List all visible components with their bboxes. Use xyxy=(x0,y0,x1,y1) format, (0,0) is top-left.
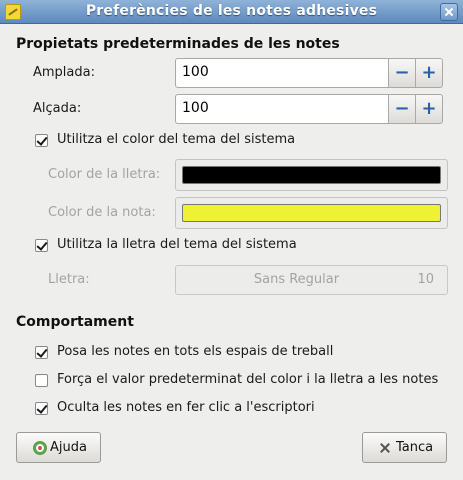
behavior-heading: Comportament xyxy=(16,314,134,330)
help-lifebuoy-icon xyxy=(33,441,47,455)
font-label: Lletra: xyxy=(48,272,90,287)
all-workspaces-label[interactable]: Posa les notes en tots els espais de tre… xyxy=(57,344,333,359)
width-input[interactable]: 100 xyxy=(175,58,389,88)
text-color-button[interactable] xyxy=(175,159,448,191)
plus-icon: + xyxy=(421,62,437,83)
close-button[interactable]: Tanca xyxy=(362,432,447,463)
hide-on-desktop-click-label[interactable]: Oculta les notes en fer clic a l'escript… xyxy=(57,400,315,415)
force-default-checkbox[interactable] xyxy=(35,374,48,387)
width-decrement-button[interactable]: − xyxy=(388,58,416,88)
help-button[interactable]: Ajuda xyxy=(16,432,101,463)
title-bar: Preferències de les notes adhesives xyxy=(0,0,463,24)
minus-icon: − xyxy=(394,62,410,83)
force-default-label[interactable]: Força el valor predeterminat del color i… xyxy=(57,372,438,387)
width-increment-button[interactable]: + xyxy=(415,58,443,88)
font-size: 10 xyxy=(417,272,434,287)
all-workspaces-checkbox[interactable] xyxy=(35,346,48,359)
close-button-label: Tanca xyxy=(396,440,434,455)
window-close-button[interactable] xyxy=(440,3,458,21)
note-color-swatch xyxy=(182,204,441,222)
font-name: Sans Regular xyxy=(253,272,340,287)
height-increment-button[interactable]: + xyxy=(415,94,443,124)
defaults-heading: Propietats predeterminades de les notes xyxy=(16,36,340,52)
close-icon xyxy=(378,441,392,455)
window-title: Preferències de les notes adhesives xyxy=(85,3,378,19)
note-color-button[interactable] xyxy=(175,197,448,229)
use-theme-color-label[interactable]: Utilitza el color del tema del sistema xyxy=(57,132,295,147)
height-label: Alçada: xyxy=(33,101,82,116)
height-input[interactable]: 100 xyxy=(175,94,389,124)
sticky-note-icon xyxy=(5,4,21,20)
note-color-label: Color de la nota: xyxy=(48,205,156,220)
height-decrement-button[interactable]: − xyxy=(388,94,416,124)
minus-icon: − xyxy=(394,98,410,119)
text-color-label: Color de la lletra: xyxy=(48,167,161,182)
plus-icon: + xyxy=(421,98,437,119)
hide-on-desktop-click-checkbox[interactable] xyxy=(35,402,48,415)
text-color-swatch xyxy=(182,166,441,184)
width-label: Amplada: xyxy=(33,65,95,80)
use-theme-font-label[interactable]: Utilitza la lletra del tema del sistema xyxy=(57,237,297,252)
use-theme-font-checkbox[interactable] xyxy=(35,239,48,252)
font-button[interactable]: Sans Regular 10 xyxy=(175,265,448,295)
help-button-label: Ajuda xyxy=(50,440,87,455)
use-theme-color-checkbox[interactable] xyxy=(35,134,48,147)
